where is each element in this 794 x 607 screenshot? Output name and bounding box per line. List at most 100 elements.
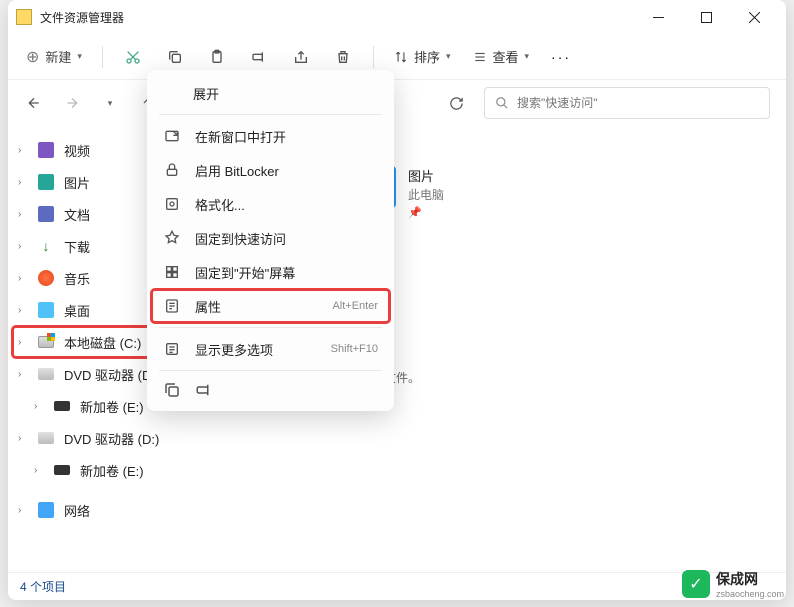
chevron-down-icon: ▾ [108, 98, 113, 109]
video-icon [38, 142, 54, 158]
chevron-right-icon: › [18, 241, 32, 252]
shortcut: Shift+F10 [331, 343, 378, 355]
search-input[interactable] [517, 96, 759, 110]
divider [373, 46, 374, 68]
tree-label: 网络 [64, 501, 90, 520]
music-icon [38, 270, 54, 286]
item-sub: 此电脑 [408, 186, 444, 203]
rename-icon[interactable] [195, 381, 213, 399]
separator [159, 327, 382, 328]
tree-label: 视频 [64, 141, 90, 160]
watermark-name: 保成网 [716, 569, 784, 589]
pin-icon: 📌 [408, 206, 444, 219]
drive-icon [38, 336, 54, 348]
item-name: 图片 [408, 166, 444, 185]
watermark: ✓ 保成网 zsbaocheng.com [682, 569, 784, 599]
search-box[interactable] [484, 87, 770, 119]
download-icon: ↓ [38, 238, 54, 254]
close-button[interactable] [740, 3, 768, 31]
shortcut: Alt+Enter [332, 300, 378, 312]
pin-icon [163, 229, 181, 247]
separator [159, 370, 382, 371]
view-label: 查看 [493, 47, 519, 66]
menu-bitlocker[interactable]: 启用 BitLocker [151, 153, 390, 187]
picture-icon [38, 174, 54, 190]
chevron-right-icon: › [34, 465, 48, 476]
titlebar: 文件资源管理器 [8, 0, 786, 34]
tree-label: 新加卷 (E:) [80, 461, 144, 480]
sidebar-item-dvd-d2[interactable]: › DVD 驱动器 (D:) [12, 422, 184, 454]
chevron-down-icon: ▾ [77, 51, 82, 62]
maximize-button[interactable] [692, 3, 720, 31]
properties-icon [163, 297, 181, 315]
lock-icon [163, 161, 181, 179]
explorer-icon [16, 9, 32, 25]
tree-label: 桌面 [64, 301, 90, 320]
cut-button[interactable] [113, 39, 153, 75]
navbar: ▾ [8, 80, 786, 126]
sort-button[interactable]: 排序 ▾ [384, 47, 461, 66]
tree-label: 本地磁盘 (C:) [64, 333, 141, 352]
window-title: 文件资源管理器 [40, 9, 644, 26]
tree-label: DVD 驱动器 (D:) [64, 365, 159, 384]
watermark-logo-icon: ✓ [682, 570, 710, 598]
chevron-right-icon: › [18, 177, 32, 188]
tree-label: 新加卷 (E:) [80, 397, 144, 416]
back-button[interactable] [18, 87, 50, 119]
more-button[interactable]: ··· [541, 49, 581, 65]
tree-label: DVD 驱动器 (D:) [64, 429, 159, 448]
item-count: 4 个项目 [20, 578, 66, 595]
menu-show-more[interactable]: 显示更多选项Shift+F10 [151, 332, 390, 366]
refresh-button[interactable] [440, 87, 472, 119]
watermark-url: zsbaocheng.com [716, 589, 784, 599]
forward-button[interactable] [56, 87, 88, 119]
drive-icon [54, 401, 70, 411]
sort-icon [394, 50, 408, 64]
window-icon [163, 127, 181, 145]
drive-icon [54, 465, 70, 475]
plus-icon: ⊕ [26, 47, 39, 67]
chevron-right-icon: › [18, 369, 32, 380]
new-button[interactable]: ⊕ 新建 ▾ [16, 41, 92, 73]
new-label: 新建 [45, 47, 71, 66]
chevron-right-icon: › [18, 305, 32, 316]
menu-open-new-window[interactable]: 在新窗口中打开 [151, 119, 390, 153]
tree-label: 音乐 [64, 269, 90, 288]
more-icon [163, 340, 181, 358]
up-button[interactable]: ▾ [94, 87, 126, 119]
minimize-button[interactable] [644, 3, 672, 31]
search-icon [495, 96, 509, 110]
chevron-down-icon: ▾ [525, 51, 530, 62]
format-icon [163, 195, 181, 213]
chevron-down-icon: ▾ [446, 51, 451, 62]
chevron-right-icon: › [34, 401, 48, 412]
chevron-right-icon: › [18, 273, 32, 284]
chevron-right-icon: › [18, 505, 32, 516]
menu-expand[interactable]: 展开 [151, 76, 390, 110]
chevron-right-icon: › [18, 209, 32, 220]
status-bar: 4 个项目 [8, 572, 786, 600]
view-button[interactable]: 查看 ▾ [463, 47, 540, 66]
tree-label: 下载 [64, 237, 90, 256]
chevron-right-icon: › [18, 337, 32, 348]
separator [159, 114, 382, 115]
tree-label: 图片 [64, 173, 90, 192]
sidebar-item-network[interactable]: › 网络 [12, 494, 184, 526]
menu-format[interactable]: 格式化... [151, 187, 390, 221]
copy-icon[interactable] [163, 381, 181, 399]
context-menu: 展开 在新窗口中打开 启用 BitLocker 格式化... 固定到快速访问 固… [147, 70, 394, 411]
sidebar-item-drive-e2[interactable]: › 新加卷 (E:) [12, 454, 184, 486]
menu-pin-quick-access[interactable]: 固定到快速访问 [151, 221, 390, 255]
document-icon [38, 206, 54, 222]
chevron-right-icon: › [18, 145, 32, 156]
menu-properties[interactable]: 属性Alt+Enter [151, 289, 390, 323]
desktop-icon [38, 302, 54, 318]
dvd-icon [38, 432, 54, 444]
chevron-right-icon: › [18, 433, 32, 444]
network-icon [38, 502, 54, 518]
sort-label: 排序 [414, 47, 440, 66]
view-icon [473, 50, 487, 64]
menu-pin-start[interactable]: 固定到"开始"屏幕 [151, 255, 390, 289]
dvd-icon [38, 368, 54, 380]
toolbar: ⊕ 新建 ▾ 排序 ▾ 查看 ▾ ··· [8, 34, 786, 80]
